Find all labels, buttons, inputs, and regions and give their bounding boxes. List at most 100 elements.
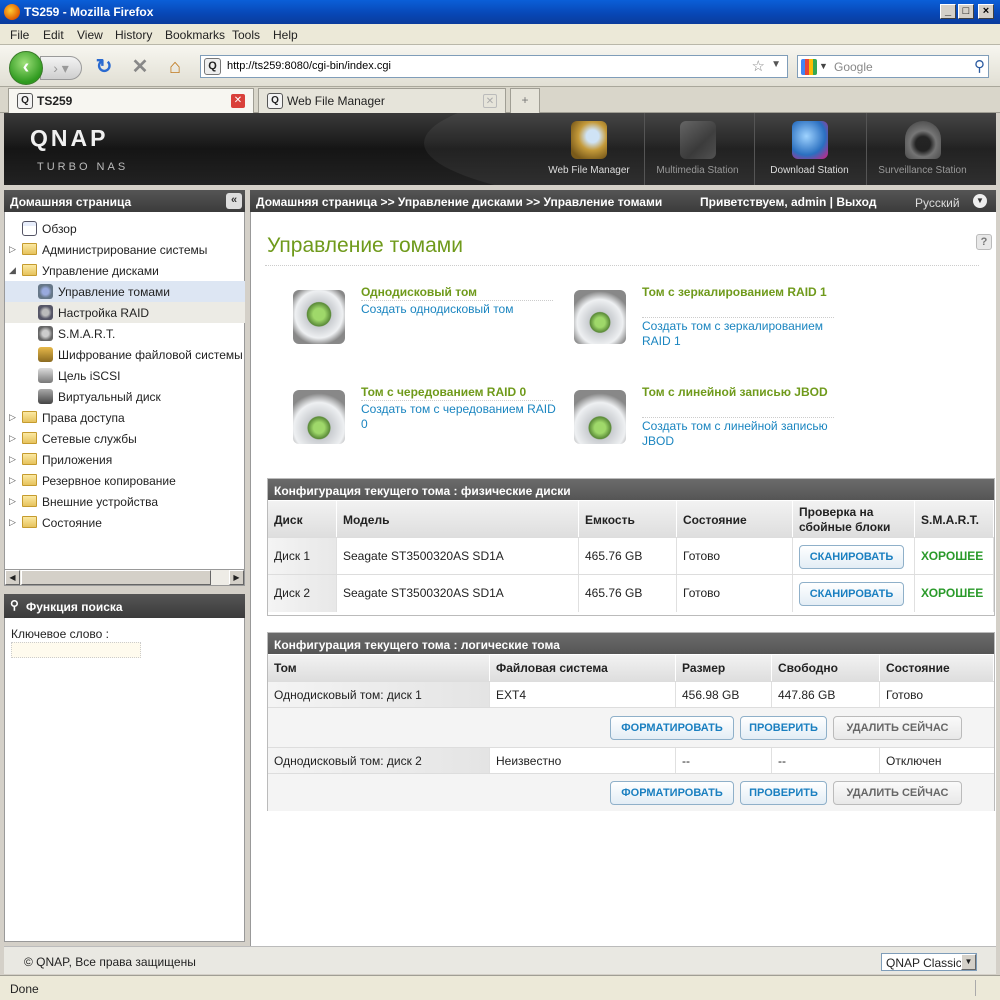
minimize-button[interactable]: _ [940, 4, 956, 19]
collapse-arrow-icon[interactable]: ◢ [9, 265, 16, 276]
create-raid1-volume-link[interactable]: Создать том с зеркалированием RAID 1 [642, 319, 842, 349]
engine-dropdown-icon[interactable]: ▼ [819, 61, 828, 71]
sidebar-item-smart[interactable]: S.M.A.R.T. [5, 323, 245, 344]
app-label: Surveillance Station [878, 165, 967, 176]
app-surveillance-station[interactable]: Surveillance Station [866, 113, 978, 185]
create-jbod-volume-link[interactable]: Создать том с линейной записью JBOD [642, 419, 842, 449]
sidebar-item-access-rights[interactable]: ▷ Права доступа [5, 407, 245, 428]
sidebar-horizontal-scrollbar[interactable]: ◀ ▶ [4, 569, 245, 586]
cell-text: Диск 1 [274, 549, 311, 563]
help-icon[interactable]: ? [976, 234, 992, 250]
check-button[interactable]: ПРОВЕРИТЬ [740, 781, 827, 805]
expand-arrow-icon[interactable]: ▷ [9, 454, 16, 465]
download-station-icon [791, 121, 828, 159]
format-button[interactable]: ФОРМАТИРОВАТЬ [610, 716, 734, 740]
breadcrumb[interactable]: Домашняя страница >> Управление дисками … [256, 195, 662, 209]
cell-text: Готово [683, 586, 721, 600]
menu-bookmarks[interactable]: Bookmarks [165, 28, 225, 42]
sidebar-item-backup[interactable]: ▷ Резервное копирование [5, 470, 245, 491]
app-multimedia-station[interactable]: Multimedia Station [644, 113, 750, 185]
app-download-station[interactable]: Download Station [754, 113, 864, 185]
app-web-file-manager[interactable]: Web File Manager [538, 113, 640, 185]
sidebar-item-volume-management[interactable]: Управление томами [5, 281, 245, 302]
expand-arrow-icon[interactable]: ▷ [9, 517, 16, 528]
cell-text: Диск 2 [274, 586, 311, 600]
format-button[interactable]: ФОРМАТИРОВАТЬ [610, 781, 734, 805]
back-button[interactable]: ‹ [9, 51, 43, 85]
menu-view[interactable]: View [77, 28, 103, 42]
sidebar-item-virtual-disk[interactable]: Виртуальный диск [5, 386, 245, 407]
expand-arrow-icon[interactable]: ▷ [9, 496, 16, 507]
sidebar-item-status[interactable]: ▷ Состояние [5, 512, 245, 533]
cell-text: 465.76 GB [585, 586, 643, 600]
menu-file[interactable]: File [10, 28, 29, 42]
menu-edit[interactable]: Edit [43, 28, 64, 42]
welcome-logout[interactable]: Приветствуем, admin | Выход [700, 195, 876, 209]
cell-text: 456.98 GB [682, 688, 740, 702]
maximize-button[interactable]: □ [958, 4, 974, 19]
url-text[interactable]: http://ts259:8080/cgi-bin/index.cgi [227, 60, 391, 72]
menu-history[interactable]: History [115, 28, 152, 42]
home-icon[interactable]: ⌂ [163, 55, 187, 79]
close-window-button[interactable]: × [978, 4, 994, 19]
sidebar-item-system-admin[interactable]: ▷ Администрирование системы [5, 239, 245, 260]
scan-button[interactable]: СКАНИРОВАТЬ [799, 545, 904, 569]
sidebar-item-applications[interactable]: ▷ Приложения [5, 449, 245, 470]
language-label[interactable]: Русский [915, 196, 960, 210]
create-raid0-volume-link[interactable]: Создать том с чередованием RAID 0 [361, 402, 561, 432]
forward-button[interactable]: › ▾ [40, 56, 82, 80]
volume-type-raid1: Том с зеркалированием RAID 1 Создать том… [548, 284, 834, 364]
sidebar-item-disk-management[interactable]: ◢ Управление дисками [5, 260, 245, 281]
bookmark-star-icon[interactable]: ☆ [752, 57, 765, 75]
close-tab-icon[interactable]: ✕ [231, 94, 245, 108]
google-icon[interactable] [801, 59, 817, 75]
delete-now-button[interactable]: УДАЛИТЬ СЕЙЧАС [833, 781, 962, 805]
close-tab-icon[interactable]: ✕ [483, 94, 497, 108]
scroll-thumb[interactable] [21, 570, 211, 585]
menu-tools[interactable]: Tools [232, 28, 260, 42]
new-tab-button[interactable]: + [510, 88, 540, 113]
sidebar-item-iscsi-target[interactable]: Цель iSCSI [5, 365, 245, 386]
smart-status: ХОРОШЕЕ [921, 586, 984, 600]
url-bar[interactable]: Q http://ts259:8080/cgi-bin/index.cgi ☆ … [200, 55, 788, 78]
scroll-left-icon[interactable]: ◀ [5, 570, 20, 585]
create-single-volume-link[interactable]: Создать однодисковый том [361, 302, 561, 317]
search-engine-box[interactable]: ▼ Google ⚲ [797, 55, 989, 78]
heading-divider [361, 400, 553, 401]
expand-arrow-icon[interactable]: ▷ [9, 475, 16, 486]
site-favicon-icon: Q [204, 58, 221, 75]
folder-icon [22, 243, 37, 255]
menu-help[interactable]: Help [273, 28, 298, 42]
raid0-stripe-icon [293, 390, 345, 444]
sidebar-item-network-services[interactable]: ▷ Сетевые службы [5, 428, 245, 449]
search-placeholder[interactable]: Google [834, 60, 873, 74]
sidebar-item-encryption[interactable]: Шифрование файловой системы [5, 344, 245, 365]
select-dropdown-icon[interactable]: ▼ [961, 954, 976, 970]
cell-text: Seagate ST3500320AS SD1A [343, 586, 504, 600]
single-disk-icon [293, 290, 345, 344]
expand-arrow-icon[interactable]: ▷ [9, 412, 16, 423]
expand-arrow-icon[interactable]: ▷ [9, 244, 16, 255]
stop-icon[interactable]: ✕ [128, 55, 152, 79]
url-dropdown-icon[interactable]: ▼ [771, 59, 781, 70]
column-header: Свободно [772, 655, 880, 681]
scan-button[interactable]: СКАНИРОВАТЬ [799, 582, 904, 606]
theme-select[interactable]: QNAP Classic ▼ [881, 953, 977, 971]
sidebar-item-raid-setup[interactable]: Настройка RAID [5, 302, 245, 323]
browser-status-bar: Done [0, 975, 1000, 1000]
scroll-right-icon[interactable]: ▶ [229, 570, 244, 585]
tab-web-file-manager[interactable]: Q Web File Manager ✕ [258, 88, 506, 113]
search-icon[interactable]: ⚲ [974, 57, 985, 75]
language-dropdown-icon[interactable]: ▼ [973, 194, 987, 208]
sidebar-item-external-devices[interactable]: ▷ Внешние устройства [5, 491, 245, 512]
reload-icon[interactable]: ↻ [92, 55, 116, 79]
check-button[interactable]: ПРОВЕРИТЬ [740, 716, 827, 740]
delete-now-button[interactable]: УДАЛИТЬ СЕЙЧАС [833, 716, 962, 740]
collapse-sidebar-icon[interactable]: « [226, 193, 242, 209]
firefox-icon [4, 4, 20, 20]
keyword-input[interactable] [11, 642, 141, 658]
expand-arrow-icon[interactable]: ▷ [9, 433, 16, 444]
tab-ts259[interactable]: Q TS259 ✕ [8, 88, 254, 113]
sidebar-item-overview[interactable]: Обзор [5, 218, 245, 239]
search-icon: ⚲ [10, 598, 19, 612]
